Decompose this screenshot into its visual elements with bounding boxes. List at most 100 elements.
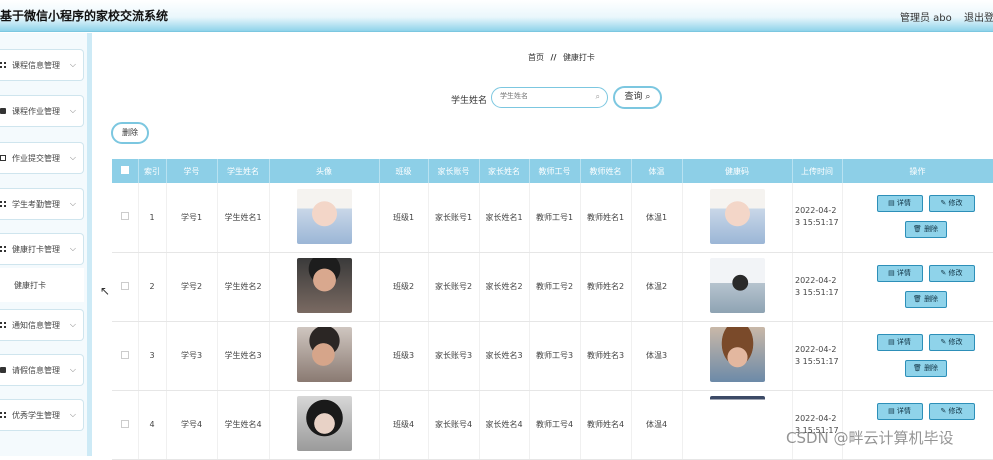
- health-code-image: [709, 396, 765, 451]
- query-button-label: 查询: [624, 92, 643, 102]
- sidebar-item-homework-submission[interactable]: 作业提交管理 ⌵: [0, 142, 84, 174]
- sidebar-item-label: 课程信息管理: [12, 61, 60, 70]
- breadcrumb-home[interactable]: 首页: [528, 53, 544, 62]
- student-no: 学号4: [166, 390, 218, 460]
- grid-icon: [0, 322, 6, 328]
- health-code-image: [709, 258, 765, 313]
- parent-name: 家长姓名3: [479, 321, 530, 391]
- teacher-no: 教师工号1: [529, 183, 581, 253]
- row-actions: ▤ 详情 ✎ 修改 🗑 删除: [843, 187, 993, 247]
- sidebar-item-label: 通知信息管理: [12, 321, 60, 330]
- row-index: 3: [138, 321, 167, 391]
- row-actions: ▤ 详情 ✎ 修改 🗑 删除: [843, 257, 993, 317]
- edit-button[interactable]: ✎ 修改: [928, 333, 975, 351]
- watermark: CSDN @畔云计算机毕设: [786, 429, 954, 447]
- batch-delete-button[interactable]: 删除: [111, 122, 149, 144]
- parent-account: 家长账号1: [428, 183, 480, 253]
- row-checkbox[interactable]: [120, 350, 129, 359]
- class-name: 班级4: [379, 390, 429, 460]
- chevron-down-icon: ⌵: [69, 365, 76, 374]
- column-header: 家长姓名: [479, 159, 530, 183]
- chevron-down-icon: ⌵: [69, 199, 76, 208]
- teacher-name: 教师姓名1: [580, 183, 632, 253]
- parent-account: 家长账号2: [428, 252, 480, 322]
- table-row: 1 学号1 学生姓名1 班级1 家长账号1 家长姓名1 教师工号1 教师姓名1 …: [112, 183, 993, 253]
- sidebar-item-excellent-students[interactable]: 优秀学生管理 ⌵: [0, 399, 84, 431]
- student-avatar-image: [296, 258, 352, 313]
- row-index: 2: [138, 252, 167, 322]
- column-header: 体温: [631, 159, 683, 183]
- chevron-down-icon: ⌵: [69, 244, 76, 253]
- detail-button[interactable]: ▤ 详情: [876, 264, 923, 282]
- student-name: 学生姓名2: [217, 252, 270, 322]
- logout-link[interactable]: 退出登: [964, 9, 993, 24]
- row-index: 1: [138, 183, 167, 253]
- class-name: 班级1: [379, 183, 429, 253]
- select-all-checkbox[interactable]: [120, 166, 129, 174]
- table-row: 4 学号4 学生姓名4 班级4 家长账号4 家长姓名4 教师工号4 教师姓名4 …: [112, 390, 993, 460]
- row-checkbox[interactable]: [120, 419, 129, 428]
- health-code-image: [709, 188, 765, 244]
- query-button[interactable]: 查询 ⌕: [613, 86, 662, 109]
- student-no: 学号2: [166, 252, 218, 322]
- table-row: 2 学号2 学生姓名2 班级2 家长账号2 家长姓名2 教师工号2 教师姓名2 …: [112, 252, 993, 322]
- select-all-header[interactable]: [112, 159, 139, 183]
- breadcrumb: 首页 // 健康打卡: [528, 52, 595, 63]
- temperature: 体温1: [631, 183, 683, 253]
- health-code-image: [709, 327, 765, 382]
- sidebar-item-course-info[interactable]: 课程信息管理 ⌵: [0, 49, 84, 81]
- book-icon: [0, 108, 6, 114]
- parent-name: 家长姓名1: [479, 183, 530, 253]
- row-checkbox[interactable]: [120, 281, 129, 290]
- delete-button[interactable]: 🗑 删除: [904, 359, 947, 377]
- temperature: 体温4: [631, 390, 683, 460]
- detail-button[interactable]: ▤ 详情: [876, 195, 923, 213]
- doc-icon: [0, 155, 6, 161]
- column-header: 班级: [379, 159, 429, 183]
- student-avatar-image: [296, 327, 352, 382]
- column-header: 索引: [138, 159, 167, 183]
- class-name: 班级2: [379, 252, 429, 322]
- sidebar-item-attendance[interactable]: 学生考勤管理 ⌵: [0, 188, 84, 220]
- teacher-name: 教师姓名3: [580, 321, 632, 391]
- sidebar-item-course-homework[interactable]: 课程作业管理 ⌵: [0, 95, 84, 127]
- sidebar-item-health-checkin[interactable]: 健康打卡管理 ⌵: [0, 233, 84, 265]
- row-index: 4: [138, 390, 167, 460]
- grid-icon: [0, 412, 6, 418]
- grid-icon: [0, 62, 6, 68]
- chevron-down-icon: ⌵: [69, 60, 76, 69]
- student-no: 学号3: [166, 321, 218, 391]
- edit-button[interactable]: ✎ 修改: [928, 195, 975, 213]
- sidebar-item-leave[interactable]: 请假信息管理 ⌵: [0, 354, 84, 386]
- admin-user-label: 管理员 abo: [900, 13, 952, 24]
- detail-button[interactable]: ▤ 详情: [876, 402, 923, 420]
- grid-icon: [0, 246, 6, 252]
- column-header: 教师姓名: [580, 159, 632, 183]
- delete-button[interactable]: 🗑 删除: [904, 290, 947, 308]
- parent-account: 家长账号4: [428, 390, 480, 460]
- search-icon: ⌕: [595, 92, 600, 101]
- sidebar-item-label: 请假信息管理: [12, 366, 60, 375]
- detail-button[interactable]: ▤ 详情: [876, 333, 923, 351]
- parent-name: 家长姓名4: [479, 390, 530, 460]
- table-header-row: 索引 学号 学生姓名 头像 班级 家长账号 家长姓名 教师工号 教师姓名 体温 …: [112, 159, 993, 183]
- chevron-down-icon: ⌵: [69, 153, 76, 162]
- search-label: 学生姓名: [451, 96, 488, 106]
- edit-button[interactable]: ✎ 修改: [928, 264, 975, 282]
- upload-time: 2022-04-2 3 15:51:17: [795, 344, 839, 366]
- table-row: 3 学号3 学生姓名3 班级3 家长账号3 家长姓名3 教师工号3 教师姓名3 …: [112, 321, 993, 391]
- sidebar-item-notices[interactable]: 通知信息管理 ⌵: [0, 309, 84, 341]
- student-avatar-image: [296, 396, 352, 451]
- top-bar: 基于微信小程序的家校交流系统 管理员 abo 退出登: [0, 0, 993, 32]
- temperature: 体温2: [631, 252, 683, 322]
- column-header: 家长账号: [428, 159, 480, 183]
- teacher-name: 教师姓名2: [580, 252, 632, 322]
- delete-button[interactable]: 🗑 删除: [904, 221, 947, 239]
- upload-time: 2022-04-2 3 15:51:17: [795, 275, 839, 297]
- sidebar-subitem-health-checkin[interactable]: 健康打卡: [0, 268, 84, 302]
- search-input[interactable]: [500, 92, 590, 100]
- teacher-no: 教师工号4: [529, 390, 581, 460]
- row-checkbox[interactable]: [120, 212, 129, 221]
- edit-button[interactable]: ✎ 修改: [928, 402, 975, 420]
- column-header: 头像: [269, 159, 380, 183]
